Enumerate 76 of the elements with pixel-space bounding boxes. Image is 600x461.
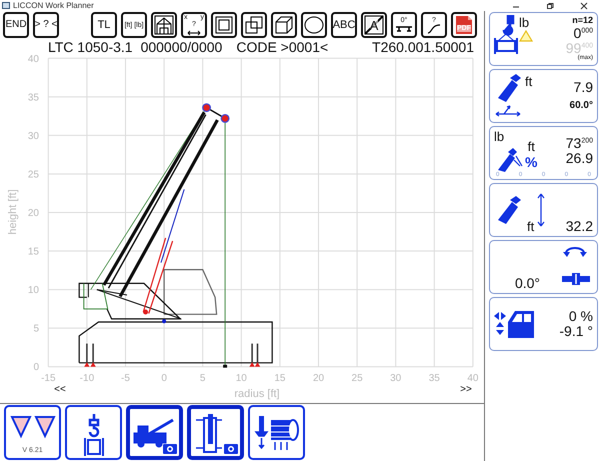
house-frame-icon — [154, 15, 174, 35]
close-icon — [580, 2, 588, 10]
unit-label: ft — [528, 139, 535, 154]
toolbar-button[interactable]: END — [3, 12, 29, 38]
height-value: 32.2 — [566, 219, 593, 234]
scroll-right-button[interactable]: >> — [460, 384, 472, 395]
y-tick-label: 0 — [33, 362, 39, 374]
length-value: 26.9 — [566, 150, 593, 166]
slew-angle: 0.0° — [514, 275, 540, 291]
table-id: T260.001.50001 — [372, 38, 474, 54]
x-tick-label: -10 — [80, 373, 94, 384]
toolbar-button[interactable] — [271, 12, 297, 38]
toolbar-button[interactable] — [211, 12, 237, 38]
unit-label: ft — [525, 74, 532, 89]
ellipse-icon — [304, 15, 324, 35]
toolbar-button[interactable]: > ? < — [33, 12, 59, 38]
document-icon — [454, 15, 474, 35]
app-icon — [2, 2, 10, 9]
x-tick-label: 15 — [274, 373, 286, 384]
nested-squares-icon — [214, 15, 234, 35]
percent-label: % — [525, 154, 538, 170]
hook-load-icon — [494, 15, 518, 55]
toolbar-button[interactable] — [241, 12, 267, 38]
boom-angle: 60.0° — [570, 101, 593, 112]
beam-icon — [394, 24, 414, 34]
level-arrows-icon — [494, 312, 506, 336]
window-title: LICCON Work Planner — [13, 1, 94, 10]
function-button[interactable] — [187, 405, 244, 460]
function-button[interactable] — [248, 405, 305, 460]
scroll-left-button[interactable]: << — [54, 384, 66, 395]
x-tick-label: -5 — [121, 373, 130, 384]
y-tick-label: 35 — [28, 92, 39, 104]
cab-icon — [506, 308, 536, 340]
line-count: n=12 — [572, 16, 593, 26]
function-button[interactable] — [126, 405, 183, 460]
y-tick-label: 15 — [28, 246, 39, 258]
y-tick-label: 10 — [28, 285, 39, 296]
radius-value: 7.9 — [574, 80, 593, 96]
toolbar-button[interactable]: ABC — [331, 12, 357, 38]
y-tick-label: 25 — [28, 169, 39, 180]
unit-label: lb — [519, 15, 530, 30]
load-value: 0$^{000}$ — [574, 26, 593, 41]
serial-number: 000000/0000 — [140, 38, 222, 54]
x-tick-label: 30 — [390, 373, 402, 384]
x-tick-label: 10 — [236, 373, 247, 384]
function-button[interactable] — [65, 405, 122, 460]
toolbar-button[interactable]: A — [361, 12, 387, 38]
x-tick-label: 25 — [352, 373, 363, 384]
slash-box-icon — [364, 15, 384, 35]
code-text: CODE >0001< — [236, 38, 328, 54]
incline-angle: -9.1 ° — [559, 324, 593, 339]
vertical-arrow-icon — [537, 193, 546, 227]
y-tick-label: 40 — [28, 54, 39, 65]
crane-model: LTC 1050-3.1 — [48, 38, 133, 54]
toolbar-button[interactable] — [301, 12, 327, 38]
incline-percent: 0 % — [568, 309, 593, 324]
y-tick-label: 5 — [33, 324, 39, 335]
x-axis-label: radius [ft] — [234, 388, 280, 400]
x-tick-label: 20 — [312, 373, 324, 384]
toolbar-button[interactable] — [151, 12, 177, 38]
overlapping-squares-icon — [244, 15, 264, 35]
cube-icon — [274, 15, 294, 35]
y-tick-label: 30 — [28, 130, 39, 142]
load-value: 73$^{200}$ — [566, 136, 593, 150]
y-tick-label: 20 — [28, 208, 39, 219]
restore-icon — [546, 2, 554, 10]
unit-label: ft — [527, 219, 534, 234]
slew-bar-icon — [561, 273, 591, 285]
toolbar-button[interactable]: TL — [91, 12, 117, 38]
y-axis-label: height [ft] — [7, 189, 19, 235]
x-tick-label: -15 — [41, 373, 56, 384]
x-tick-label: 0 — [161, 373, 167, 384]
unit-label: lb — [494, 129, 504, 144]
x-tick-label: 35 — [428, 373, 440, 384]
x-tick-label: 40 — [467, 373, 478, 384]
x-tick-label: 5 — [200, 373, 206, 384]
